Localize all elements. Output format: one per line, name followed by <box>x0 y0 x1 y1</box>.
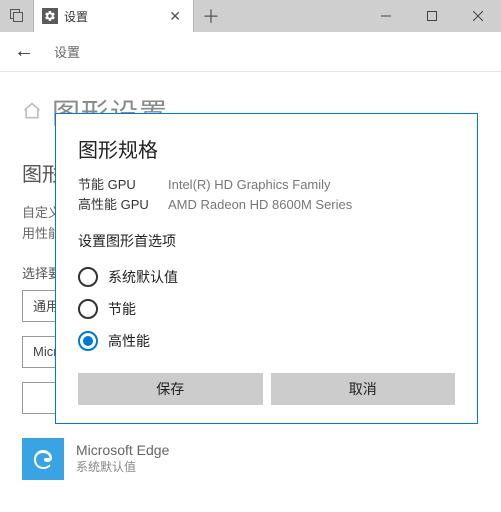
edge-icon <box>22 438 64 480</box>
radio-group: 系统默认值 节能 高性能 <box>78 261 455 357</box>
spec-key: 节能 GPU <box>78 175 168 195</box>
back-button[interactable]: ← <box>8 38 40 65</box>
title-bar: 设置 ✕ ＋ <box>0 0 501 32</box>
maximize-icon <box>427 11 437 21</box>
close-icon <box>473 11 483 21</box>
spec-row: 节能 GPU Intel(R) HD Graphics Family <box>78 175 455 195</box>
maximize-button[interactable] <box>409 0 455 32</box>
graphics-spec-dialog: 图形规格 节能 GPU Intel(R) HD Graphics Family … <box>55 113 478 424</box>
breadcrumb: 设置 <box>54 42 80 61</box>
home-icon <box>22 101 42 124</box>
multitask-button[interactable] <box>0 0 34 32</box>
spec-row: 高性能 GPU AMD Radeon HD 8600M Series <box>78 195 455 215</box>
radio-label: 节能 <box>108 299 136 319</box>
app-list-item[interactable]: Microsoft Edge 系统默认值 <box>22 438 479 480</box>
radio-icon <box>78 267 98 287</box>
dialog-title: 图形规格 <box>78 134 455 163</box>
cancel-button[interactable]: 取消 <box>271 373 456 405</box>
active-tab[interactable]: 设置 ✕ <box>34 0 194 32</box>
multitask-icon <box>10 9 24 23</box>
radio-icon <box>78 331 98 351</box>
close-window-button[interactable] <box>455 0 501 32</box>
tab-title: 设置 <box>64 8 161 25</box>
save-button[interactable]: 保存 <box>78 373 263 405</box>
dialog-subheading: 设置图形首选项 <box>78 231 455 251</box>
gear-icon <box>42 8 58 24</box>
spec-val: Intel(R) HD Graphics Family <box>168 175 331 195</box>
app-name: Microsoft Edge <box>76 442 169 458</box>
minimize-icon <box>381 11 391 21</box>
radio-option-powersave[interactable]: 节能 <box>78 293 455 325</box>
spec-key: 高性能 GPU <box>78 195 168 215</box>
radio-option-default[interactable]: 系统默认值 <box>78 261 455 293</box>
dropdown-value: Micr <box>33 344 58 359</box>
app-sublabel: 系统默认值 <box>76 458 169 475</box>
radio-label: 系统默认值 <box>108 267 178 287</box>
minimize-button[interactable] <box>363 0 409 32</box>
tab-close-button[interactable]: ✕ <box>167 8 183 25</box>
toolbar: ← 设置 <box>0 32 501 72</box>
radio-option-performance[interactable]: 高性能 <box>78 325 455 357</box>
spec-val: AMD Radeon HD 8600M Series <box>168 195 352 215</box>
radio-label: 高性能 <box>108 331 150 351</box>
new-tab-button[interactable]: ＋ <box>194 0 228 32</box>
radio-icon <box>78 299 98 319</box>
